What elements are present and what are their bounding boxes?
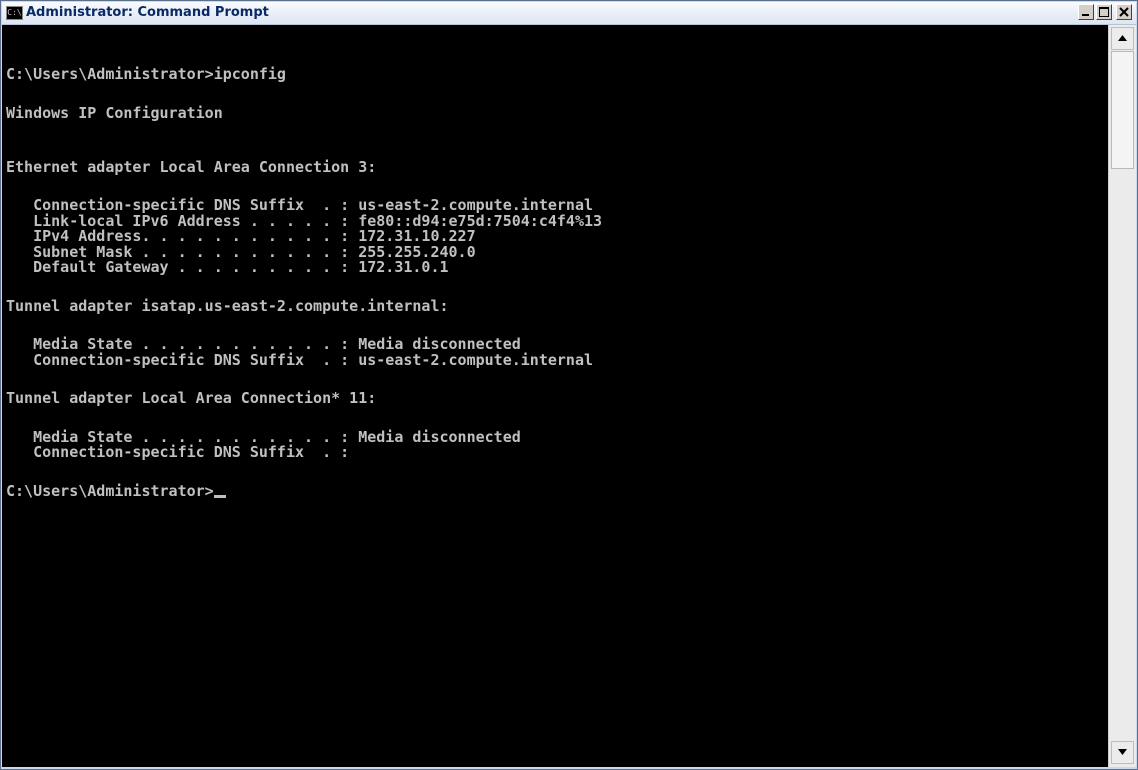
window-title: Administrator: Command Prompt	[26, 5, 269, 20]
console-line: Tunnel adapter isatap.us-east-2.compute.…	[6, 296, 449, 315]
scroll-down-button[interactable]	[1111, 741, 1134, 764]
prompt-line[interactable]: C:\Users\Administrator>	[6, 481, 602, 500]
maximize-button[interactable]	[1096, 4, 1112, 20]
title-bar[interactable]: C:\ Administrator: Command Prompt	[2, 2, 1136, 25]
arrow-up-icon	[1118, 35, 1127, 41]
minimize-button[interactable]	[1078, 4, 1094, 20]
console-line: Default Gateway . . . . . . . . . : 172.…	[6, 258, 449, 276]
arrow-down-icon	[1118, 749, 1127, 755]
console-line: Connection-specific DNS Suffix . :	[6, 443, 350, 461]
text-cursor	[213, 494, 226, 498]
console-app-icon[interactable]: C:\	[6, 6, 23, 20]
close-button[interactable]	[1116, 4, 1132, 20]
prompt-text: C:\Users\Administrator>	[6, 481, 214, 500]
console-line: Tunnel adapter Local Area Connection* 11…	[6, 389, 377, 407]
scrollbar-thumb[interactable]	[1111, 51, 1134, 169]
console-line: Connection-specific DNS Suffix . : us-ea…	[6, 350, 593, 369]
console-line: Ethernet adapter Local Area Connection 3…	[6, 157, 377, 176]
console-line: Windows IP Configuration	[6, 103, 223, 122]
command-prompt-window: C:\ Administrator: Command Prompt C:\Use…	[0, 0, 1138, 770]
console-line: C:\Users\Administrator>ipconfig	[6, 65, 286, 83]
close-icon	[1119, 7, 1129, 17]
console-output-area[interactable]: C:\Users\Administrator>ipconfig Windows I…	[2, 25, 1108, 767]
vertical-scrollbar[interactable]	[1108, 25, 1136, 767]
console-text: C:\Users\Administrator>ipconfig Windows I…	[6, 65, 602, 500]
scroll-up-button[interactable]	[1111, 27, 1134, 50]
